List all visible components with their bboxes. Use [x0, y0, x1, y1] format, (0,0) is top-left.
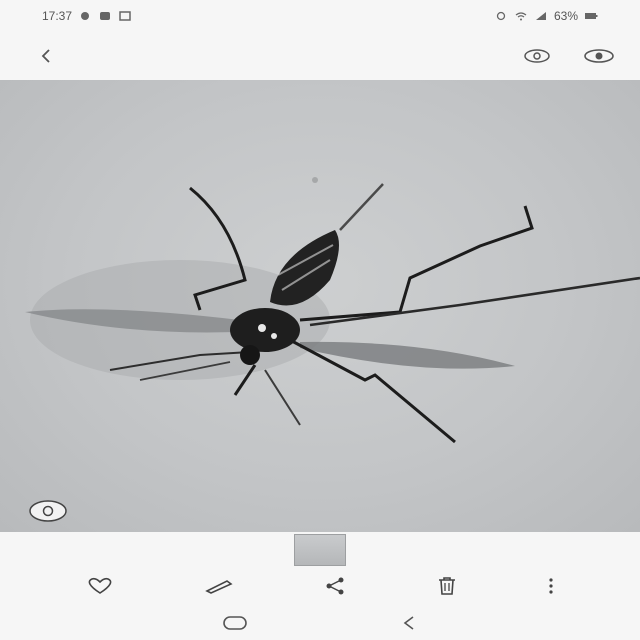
nav-back-button[interactable] — [399, 614, 419, 632]
more-options-button[interactable] — [546, 576, 556, 596]
visual-enhance-icon — [524, 49, 550, 63]
alarm-icon — [496, 11, 506, 21]
edit-button[interactable] — [203, 576, 235, 596]
favorite-button[interactable] — [84, 576, 116, 596]
delete-button[interactable] — [435, 576, 459, 596]
settings-icon — [100, 12, 111, 20]
favorite-heart-icon — [88, 577, 112, 594]
bottom-action-bar — [0, 566, 640, 606]
eye-button[interactable] — [582, 46, 616, 66]
battery-percent: 63% — [553, 9, 578, 23]
system-nav-bar — [0, 606, 640, 640]
share-button[interactable] — [323, 576, 347, 596]
visual-enhance-button[interactable] — [522, 46, 552, 66]
status-bar: 17:37 63% — [0, 0, 640, 32]
eye-icon — [584, 49, 614, 63]
back-icon — [403, 616, 414, 630]
status-left: 17:37 — [42, 9, 132, 23]
bixby-vision-button[interactable] — [28, 498, 68, 524]
bixby-vision-icon — [29, 500, 67, 522]
current-thumbnail[interactable] — [294, 534, 346, 566]
status-right: 63% — [494, 9, 598, 23]
more-options-icon — [549, 578, 553, 594]
top-actions — [522, 46, 616, 66]
mosquito-photo — [25, 177, 640, 444]
photo-view[interactable] — [0, 80, 640, 532]
home-icon — [223, 616, 247, 630]
back-button[interactable] — [36, 46, 56, 66]
status-time: 17:37 — [42, 9, 73, 23]
notification-icon — [81, 12, 90, 20]
home-button[interactable] — [221, 614, 249, 632]
signal-icon — [535, 12, 546, 20]
battery-icon — [585, 13, 598, 19]
delete-trash-icon — [438, 577, 455, 595]
edit-pencil-icon — [205, 580, 233, 594]
viewer-top-bar — [0, 32, 640, 80]
wifi-icon — [515, 12, 527, 21]
share-icon — [326, 577, 344, 595]
chevron-left-icon — [41, 49, 50, 63]
gallery-icon — [119, 11, 131, 21]
